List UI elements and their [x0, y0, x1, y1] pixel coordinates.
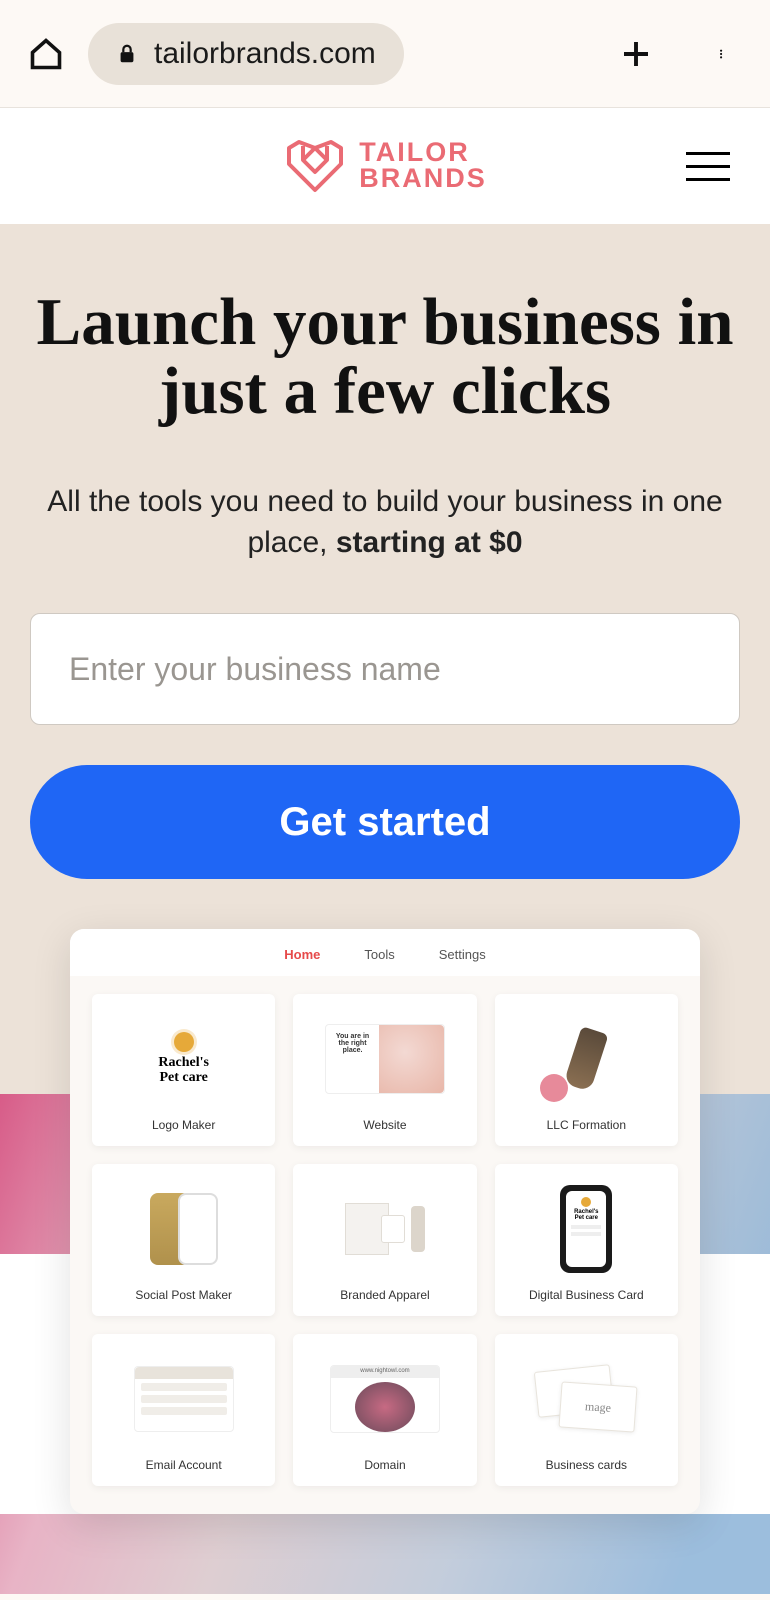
site-header: TAILOR BRANDS: [0, 108, 770, 224]
phone-icon: Rachel's Pet care: [560, 1185, 612, 1273]
phone-icon: [178, 1193, 218, 1265]
hero-section: Launch your business in just a few click…: [0, 224, 770, 1514]
tile-label: Branded Apparel: [340, 1288, 429, 1302]
stamp-icon: [564, 1026, 609, 1092]
hero-subtitle: All the tools you need to build your bus…: [30, 482, 740, 563]
browser-bar: tailorbrands.com: [0, 0, 770, 108]
tile-label: Digital Business Card: [529, 1288, 644, 1302]
dashboard-grid: Rachel's Pet care Logo Maker You are in …: [70, 976, 700, 1504]
wax-seal-icon: [540, 1074, 568, 1102]
tile-domain[interactable]: www.nightowl.com Domain: [293, 1334, 476, 1486]
tile-email-account[interactable]: Email Account: [92, 1334, 275, 1486]
tile-label: Social Post Maker: [135, 1288, 232, 1302]
tile-social-post-maker[interactable]: Social Post Maker: [92, 1164, 275, 1316]
tile-label: Website: [363, 1118, 406, 1132]
url-text: tailorbrands.com: [154, 37, 376, 71]
tile-label: Logo Maker: [152, 1118, 215, 1132]
tile-label: LLC Formation: [547, 1118, 626, 1132]
tile-business-cards[interactable]: mage mage Business cards: [495, 1334, 678, 1486]
dashboard-tab-tools[interactable]: Tools: [364, 947, 394, 962]
sun-icon: [174, 1032, 194, 1052]
business-name-input[interactable]: [30, 613, 740, 725]
logo-icon: [283, 138, 347, 194]
bottle-icon: [411, 1206, 425, 1252]
hamburger-menu-icon[interactable]: [686, 152, 730, 181]
url-bar[interactable]: tailorbrands.com: [88, 23, 404, 85]
card-icon: mage: [559, 1381, 638, 1432]
tile-digital-business-card[interactable]: Rachel's Pet care Digital Business Card: [495, 1164, 678, 1316]
tile-logo-maker[interactable]: Rachel's Pet care Logo Maker: [92, 994, 275, 1146]
dashboard-preview: Home Tools Settings Rachel's Pet care: [70, 929, 700, 1514]
mug-icon: [381, 1215, 405, 1243]
tile-branded-apparel[interactable]: Branded Apparel: [293, 1164, 476, 1316]
more-menu-icon[interactable]: [706, 36, 742, 72]
tile-label: Business cards: [546, 1458, 627, 1472]
tile-label: Domain: [364, 1458, 405, 1472]
get-started-button[interactable]: Get started: [30, 765, 740, 879]
browser-window-icon: www.nightowl.com: [330, 1365, 440, 1433]
email-ui-icon: [134, 1366, 234, 1432]
logo-text: TAILOR BRANDS: [359, 140, 487, 191]
dashboard-tabs: Home Tools Settings: [70, 929, 700, 976]
tile-label: Email Account: [146, 1458, 222, 1472]
brand-logo[interactable]: TAILOR BRANDS: [283, 138, 487, 194]
new-tab-icon[interactable]: [618, 36, 654, 72]
tile-llc-formation[interactable]: LLC Formation: [495, 994, 678, 1146]
dashboard-tab-settings[interactable]: Settings: [439, 947, 486, 962]
home-icon[interactable]: [28, 36, 64, 72]
lock-icon: [116, 43, 138, 65]
tile-website[interactable]: You are in the right place. Website: [293, 994, 476, 1146]
dashboard-tab-home[interactable]: Home: [284, 947, 320, 962]
hero-title: Launch your business in just a few click…: [30, 288, 740, 426]
